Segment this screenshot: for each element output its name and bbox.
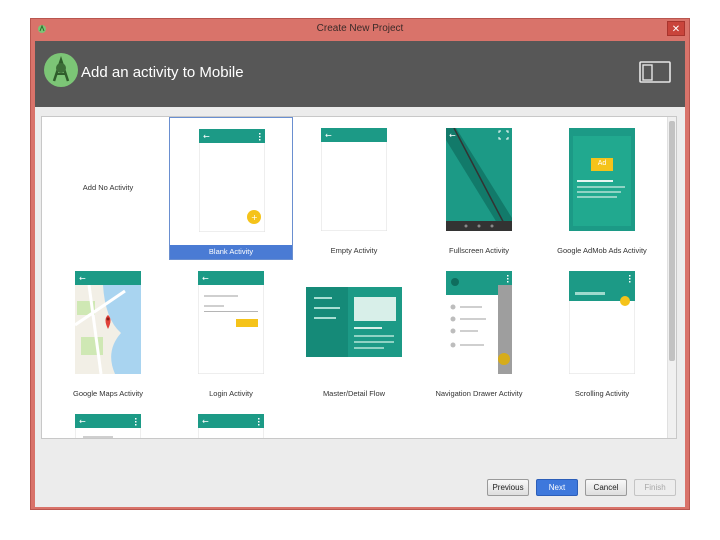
svg-text:←: ← (202, 274, 209, 283)
maps-activity-thumbnail: ← (75, 271, 141, 374)
finish-button[interactable]: Finish (634, 479, 676, 496)
template-label: Empty Activity (330, 246, 378, 255)
template-label: Add No Activity (82, 183, 134, 192)
template-google-admob-ads-activity[interactable]: Ad Google AdMob Ads Activity (540, 117, 664, 260)
template-label: Google AdMob Ads Activity (557, 246, 647, 255)
template-label: Scrolling Activity (574, 389, 630, 398)
login-activity-thumbnail: ← (198, 271, 264, 374)
template-navigation-drawer-activity[interactable]: Navigation Drawer Activity (417, 260, 541, 403)
template-partial-row3-b[interactable]: ← (169, 403, 293, 438)
template-login-activity[interactable]: ← Login Activity (169, 260, 293, 403)
activity-template-gallery[interactable]: Add No Activity ← + Blank Activity ← Emp… (41, 116, 677, 439)
template-partial-row3-a[interactable]: ← (46, 403, 170, 438)
template-blank-activity[interactable]: ← + Blank Activity (169, 117, 293, 260)
close-button[interactable]: ✕ (667, 21, 685, 36)
phone-tablet-icon (639, 61, 671, 83)
android-studio-logo-icon (44, 53, 78, 87)
cancel-button[interactable]: Cancel (585, 479, 627, 496)
svg-text:+: + (251, 213, 258, 222)
template-google-maps-activity[interactable]: ← Google Maps Activity (46, 260, 170, 403)
template-label: Navigation Drawer Activity (435, 389, 523, 398)
navigation-drawer-thumbnail (446, 271, 512, 374)
blank-activity-thumbnail: ← + (199, 129, 265, 232)
template-fullscreen-activity[interactable]: ← Fullscreen Activity (417, 117, 541, 260)
admob-activity-thumbnail (569, 128, 635, 231)
template-label: Blank Activity (170, 245, 292, 259)
template-master-detail-flow[interactable]: Master/Detail Flow (292, 260, 416, 403)
template-label: Fullscreen Activity (448, 246, 510, 255)
window-titlebar[interactable]: Create New Project ✕ (31, 19, 689, 41)
tabbed-activity-thumbnail: ← (75, 414, 141, 438)
ad-badge: Ad (597, 160, 607, 167)
svg-text:←: ← (203, 132, 210, 141)
previous-button[interactable]: Previous (487, 479, 529, 496)
dialog-client-area: Add an activity to Mobile Add No Activit… (35, 41, 685, 507)
template-scrolling-activity[interactable]: Scrolling Activity (540, 260, 664, 403)
next-button[interactable]: Next (536, 479, 578, 496)
svg-text:←: ← (325, 131, 332, 140)
window-title: Create New Project (316, 23, 404, 34)
create-new-project-window: Create New Project ✕ Add an activity to … (30, 18, 690, 510)
template-add-no-activity[interactable]: Add No Activity (46, 117, 170, 260)
gallery-scrollbar[interactable] (667, 117, 676, 438)
svg-text:←: ← (79, 417, 86, 426)
template-empty-activity[interactable]: ← Empty Activity (292, 117, 416, 260)
template-label: Master/Detail Flow (322, 389, 386, 398)
template-label: Login Activity (209, 389, 253, 398)
settings-activity-thumbnail: ← (198, 414, 264, 438)
master-detail-thumbnail (306, 287, 402, 357)
scrollbar-thumb[interactable] (669, 121, 675, 361)
scrolling-activity-thumbnail (569, 271, 635, 374)
page-title: Add an activity to Mobile (81, 64, 244, 81)
template-label: Google Maps Activity (72, 389, 144, 398)
svg-text:←: ← (202, 417, 209, 426)
svg-text:←: ← (79, 274, 86, 283)
fullscreen-activity-thumbnail: ← (446, 128, 512, 231)
empty-activity-thumbnail: ← (321, 128, 387, 231)
dialog-header: Add an activity to Mobile (35, 41, 685, 107)
svg-text:←: ← (449, 131, 456, 140)
